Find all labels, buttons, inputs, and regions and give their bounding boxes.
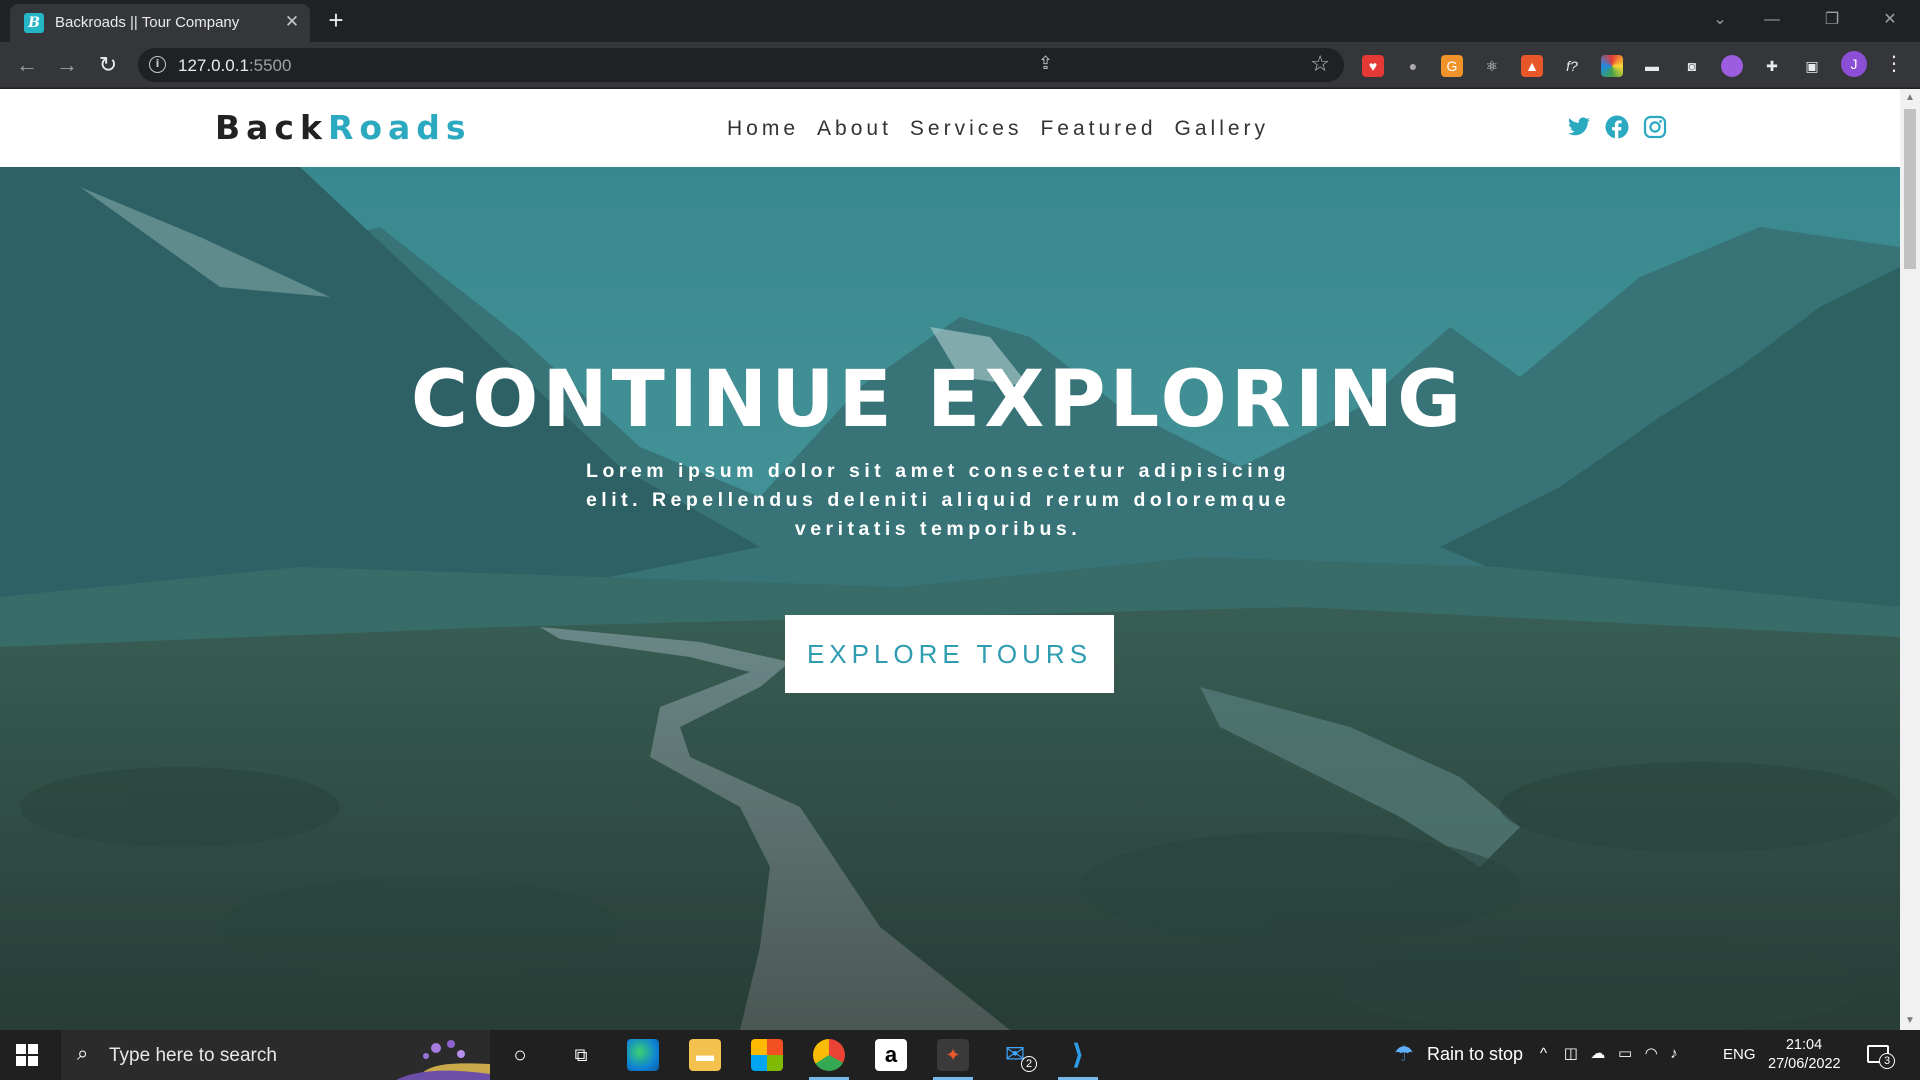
mail-badge: 2 [1021, 1056, 1037, 1072]
notification-center-icon[interactable]: 3 [1867, 1043, 1895, 1069]
task-view-icon[interactable]: ⧉ [565, 1039, 597, 1071]
screenshot-extension-icon[interactable]: ◙ [1681, 55, 1703, 77]
clock-date: 27/06/2022 [1768, 1056, 1841, 1072]
file-explorer-icon[interactable]: ▬ [689, 1039, 721, 1071]
onedrive-icon[interactable]: ☁ [1590, 1045, 1605, 1062]
nav-link-featured[interactable]: Featured [1040, 117, 1156, 141]
clock-time: 21:04 [1785, 1037, 1823, 1053]
whatfont-extension-icon[interactable]: f? [1561, 55, 1583, 77]
windows-taskbar: ⌕ Type here to search ○ ⧉ ▬ a ✦ ✉ 2 ⟩ ☂ … [0, 1030, 1920, 1080]
pocket-extension-icon[interactable]: ♥ [1362, 55, 1384, 77]
system-tray: ^ ◫ ☁ ▭ ◠ ♪ [1540, 1044, 1678, 1062]
chrome-icon[interactable] [813, 1039, 845, 1071]
clock[interactable]: 21:04 27/06/2022 [1768, 1036, 1841, 1074]
hero-title: CONTINUE EXPLORING [410, 355, 1466, 445]
explore-tours-button[interactable]: EXPLORE TOURS [785, 615, 1114, 693]
windows-start-icon[interactable] [16, 1044, 38, 1066]
hero-background-image [0, 167, 1900, 1030]
search-highlight-image [396, 1040, 490, 1080]
facebook-icon[interactable] [1605, 115, 1629, 139]
logo-back: Back [215, 108, 328, 147]
battery-icon[interactable]: ▭ [1618, 1045, 1632, 1062]
address-bar[interactable]: i 127.0.0.1:5500 ⇪ ☆ [138, 48, 1344, 82]
profile-avatar[interactable]: J [1841, 51, 1867, 77]
tab-close-icon[interactable]: ✕ [282, 12, 302, 32]
nav-link-gallery[interactable]: Gallery [1175, 117, 1270, 141]
nav-link-services[interactable]: Services [910, 117, 1023, 141]
forward-icon[interactable]: → [52, 50, 82, 80]
show-hidden-icons-icon[interactable]: ^ [1540, 1045, 1547, 1062]
edge-browser-icon[interactable] [627, 1039, 659, 1071]
extension-icon[interactable]: ● [1402, 55, 1424, 77]
colorzilla-extension-icon[interactable] [1601, 55, 1623, 77]
window-close-icon[interactable]: ✕ [1870, 6, 1910, 34]
logo-roads: Roads [327, 108, 472, 147]
amazon-icon[interactable]: a [875, 1039, 907, 1071]
wifi-icon[interactable]: ◠ [1645, 1045, 1658, 1062]
extension-icon[interactable]: ▬ [1641, 55, 1663, 77]
weather-icon: ☂ [1394, 1041, 1414, 1066]
side-panel-icon[interactable]: ▣ [1801, 55, 1823, 77]
browser-tab-strip: B Backroads || Tour Company ✕ + ⌄ — ❐ ✕ [0, 0, 1920, 42]
bookmark-star-icon[interactable]: ☆ [1310, 51, 1330, 77]
weather-text[interactable]: Rain to stop [1427, 1044, 1523, 1065]
app-icon[interactable]: ✦ [937, 1039, 969, 1071]
site-logo[interactable]: BackRoads [215, 111, 472, 145]
reload-icon[interactable]: ↻ [93, 50, 123, 80]
url-port: :5500 [248, 56, 292, 75]
react-devtools-icon[interactable]: ⚛ [1481, 55, 1503, 77]
url-text[interactable]: 127.0.0.1:5500 [178, 56, 291, 76]
language-indicator[interactable]: ENG [1723, 1046, 1756, 1063]
microsoft-store-icon[interactable] [751, 1039, 783, 1071]
nav-link-home[interactable]: Home [727, 117, 799, 141]
scroll-down-icon[interactable]: ▼ [1905, 1016, 1915, 1026]
nav-links: Home About Services Featured Gallery [727, 117, 1269, 141]
twitter-icon[interactable] [1567, 115, 1591, 139]
browser-tab[interactable]: B Backroads || Tour Company ✕ [10, 4, 310, 42]
search-placeholder: Type here to search [109, 1045, 277, 1066]
restore-icon[interactable]: ❐ [1812, 6, 1852, 34]
scroll-up-icon[interactable]: ▲ [1905, 93, 1915, 103]
nav-link-about[interactable]: About [817, 117, 892, 141]
site-info-icon[interactable]: i [149, 56, 166, 73]
page-scrollbar[interactable]: ▲ ▼ [1900, 89, 1920, 1030]
site-favicon-icon: B [24, 13, 44, 33]
extension-icon[interactable] [1721, 55, 1743, 77]
hero-subtitle: Lorem ipsum dolor sit amet consectetur a… [585, 460, 1291, 540]
page-viewport: BackRoads Home About Services Featured G… [0, 89, 1900, 1030]
browser-toolbar: ← → ↻ i 127.0.0.1:5500 ⇪ ☆ ♥ ● G ⚛ ▲ f? … [0, 42, 1920, 88]
site-navbar: BackRoads Home About Services Featured G… [0, 89, 1900, 167]
social-links [1567, 115, 1667, 139]
minimize-icon[interactable]: — [1752, 6, 1792, 34]
volume-icon[interactable]: ♪ [1670, 1045, 1678, 1062]
extension-icon[interactable]: ▲ [1521, 55, 1543, 77]
taskbar-search-box[interactable]: ⌕ Type here to search [61, 1030, 490, 1080]
notification-count-badge: 3 [1879, 1053, 1895, 1069]
chrome-menu-icon[interactable]: ⋮ [1884, 51, 1904, 77]
tab-search-icon[interactable]: ⌄ [1700, 6, 1740, 34]
share-icon[interactable]: ⇪ [1038, 53, 1053, 74]
url-host: 127.0.0.1 [178, 56, 249, 75]
scrollbar-thumb[interactable] [1904, 109, 1916, 269]
search-icon: ⌕ [77, 1043, 89, 1065]
tab-title: Backroads || Tour Company [55, 14, 240, 31]
grammarly-extension-icon[interactable]: G [1441, 55, 1463, 77]
new-tab-icon[interactable]: + [322, 7, 350, 35]
vscode-icon[interactable]: ⟩ [1062, 1039, 1094, 1071]
extensions-puzzle-icon[interactable]: ✚ [1761, 55, 1783, 77]
instagram-icon[interactable] [1643, 115, 1667, 139]
cortana-icon[interactable]: ○ [504, 1039, 536, 1071]
hero-section: CONTINUE EXPLORING Lorem ipsum dolor sit… [0, 167, 1900, 1030]
back-icon[interactable]: ← [12, 50, 42, 80]
meet-now-icon[interactable]: ◫ [1564, 1045, 1578, 1062]
